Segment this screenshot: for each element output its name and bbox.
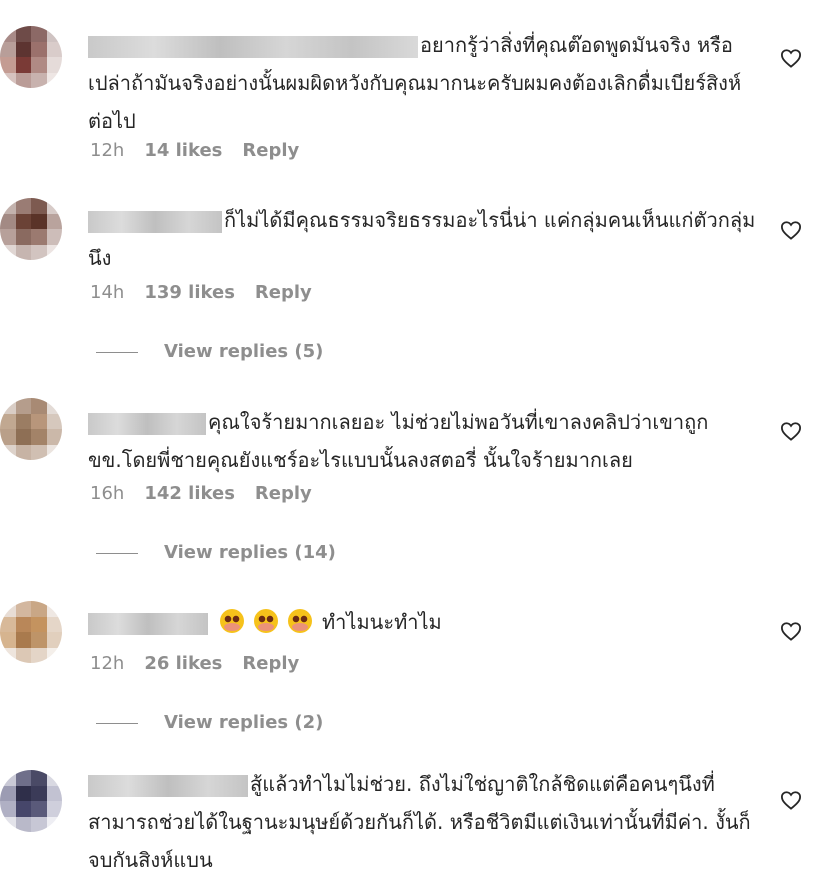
reply-button[interactable]: Reply: [242, 653, 299, 674]
view-replies-label: View replies (2): [164, 712, 324, 733]
view-replies-button[interactable]: View replies (5): [96, 341, 323, 362]
reply-button[interactable]: Reply: [242, 140, 299, 161]
comment-meta: 14h 139 likes Reply: [90, 282, 332, 303]
comment-time: 14h: [90, 282, 125, 303]
comment-likes[interactable]: 14 likes: [144, 140, 222, 161]
view-replies-button[interactable]: View replies (14): [96, 542, 336, 563]
comment-meta: 12h 14 likes Reply: [90, 140, 319, 161]
avatar[interactable]: [0, 601, 62, 663]
comment-meta: 16h 142 likes Reply: [90, 483, 332, 504]
avatar[interactable]: [0, 26, 62, 88]
username-blurred[interactable]: [88, 35, 418, 58]
comment-time: 16h: [90, 483, 125, 504]
view-replies-label: View replies (14): [164, 542, 336, 563]
comment-text-block: ก็ไม่ได้มีคุณธรรมจริยธรรมอะไรนี่น่า แค่ก…: [88, 201, 758, 277]
comment-likes[interactable]: 139 likes: [144, 282, 235, 303]
reply-button[interactable]: Reply: [255, 282, 312, 303]
heart-icon[interactable]: [780, 48, 802, 68]
replies-divider: [96, 722, 138, 724]
comment-text-block: คุณใจร้ายมากเลยอะ ไม่ช่วยไม่พอวันที่เขาล…: [88, 403, 758, 479]
replies-divider: [96, 351, 138, 353]
avatar[interactable]: [0, 398, 62, 460]
comment-likes[interactable]: 26 likes: [144, 653, 222, 674]
view-replies-button[interactable]: View replies (2): [96, 712, 323, 733]
comment-text-block: อยากรู้ว่าสิ่งที่คุณต๊อดพูดมันจริง หรือเ…: [88, 26, 758, 140]
heart-icon[interactable]: [780, 790, 802, 810]
heart-icon[interactable]: [780, 220, 802, 240]
username-blurred[interactable]: [88, 412, 206, 435]
avatar[interactable]: [0, 198, 62, 260]
heart-icon[interactable]: [780, 421, 802, 441]
heart-icon[interactable]: [780, 621, 802, 641]
reply-button[interactable]: Reply: [255, 483, 312, 504]
sad-emoji-icon: [254, 609, 278, 633]
username-blurred[interactable]: [88, 612, 208, 635]
comment-meta: 12h 26 likes Reply: [90, 653, 319, 674]
sad-emoji-icon: [220, 609, 244, 633]
comment-text-block: ทำไมนะทำไม: [88, 603, 758, 641]
username-blurred[interactable]: [88, 210, 222, 233]
comment-time: 12h: [90, 653, 125, 674]
comment-likes[interactable]: 142 likes: [144, 483, 235, 504]
comment-time: 12h: [90, 140, 125, 161]
replies-divider: [96, 552, 138, 554]
username-blurred[interactable]: [88, 774, 248, 797]
avatar[interactable]: [0, 770, 62, 832]
view-replies-label: View replies (5): [164, 341, 324, 362]
comment-text-block: สู้แล้วทำไมไม่ช่วย. ถึงไม่ใช่ญาติใกล้ชิด…: [88, 765, 758, 879]
sad-emoji-icon: [288, 609, 312, 633]
comment-text: ทำไมนะทำไม: [322, 610, 442, 634]
